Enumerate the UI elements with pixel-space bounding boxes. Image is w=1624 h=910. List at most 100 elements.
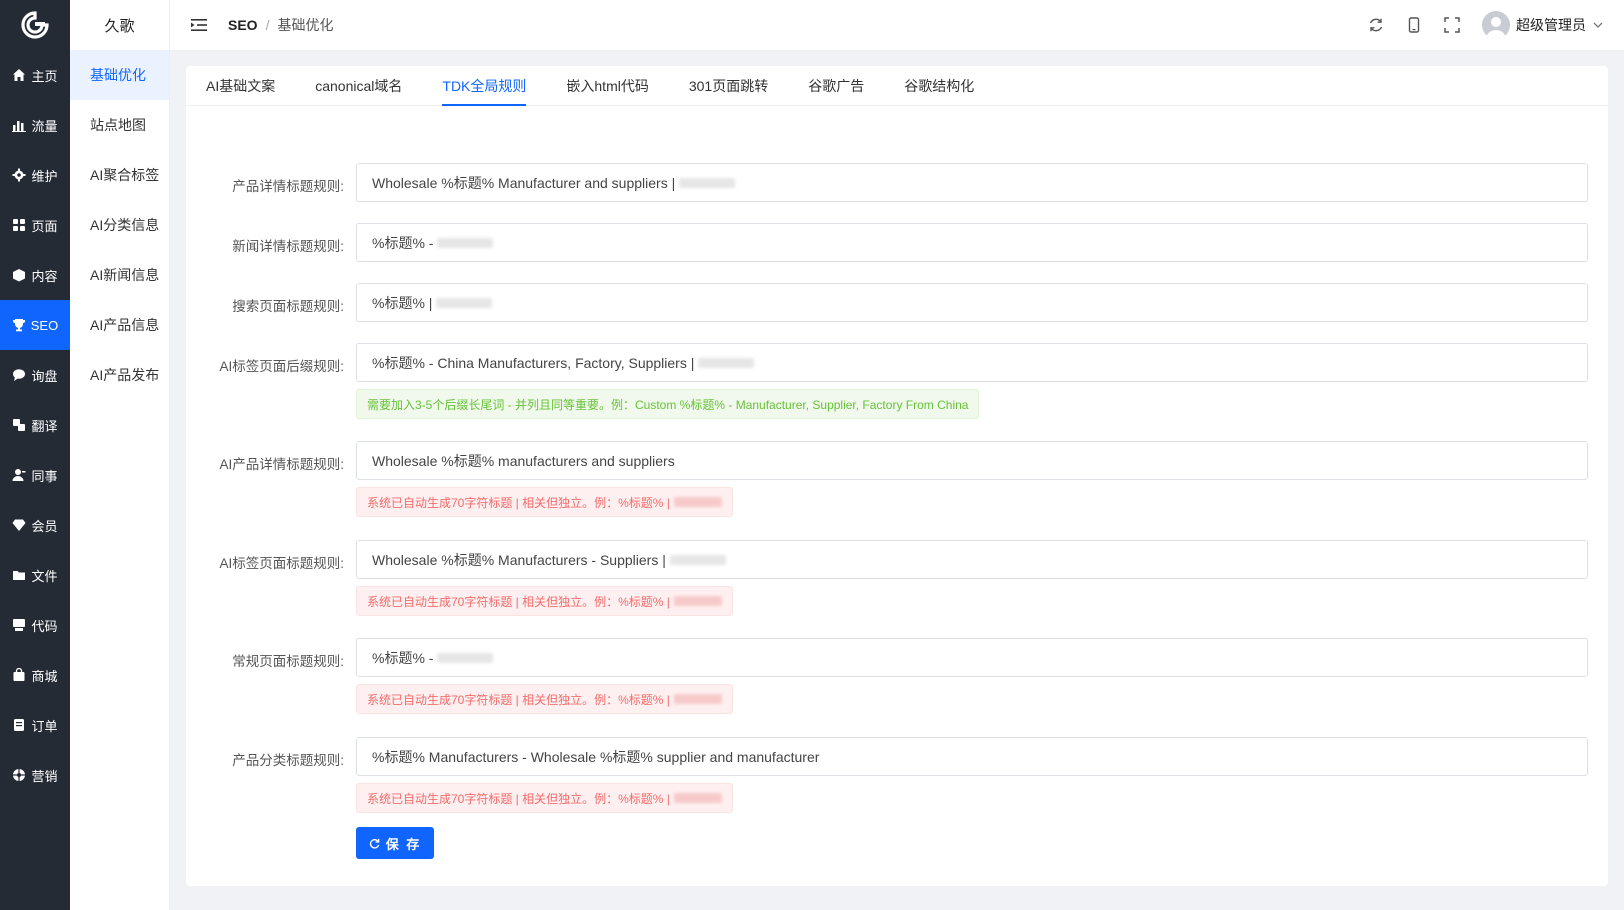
sub-sidebar: 久歌 基础优化 站点地图 AI聚合标签 AI分类信息 AI新闻信息 AI产品信息 AI产品发… [70,0,170,910]
rail-item-11[interactable]: 文件 [0,550,70,600]
form-row-label: AI标签页面后缀规则: [219,359,344,374]
rail-item-label: 翻译 [31,418,58,434]
submenu-item-2[interactable]: 站点地图 [70,100,169,150]
rail-item-8[interactable]: 翻译 [0,400,70,450]
rail-item-15[interactable]: 营销 [0,750,70,800]
tab-6[interactable]: 谷歌广告 [788,66,884,106]
g-logo-icon[interactable] [0,0,70,50]
rail-item-label: 流量 [31,118,58,134]
rail-item-label: 询盘 [31,368,58,384]
rail-item-label: 文件 [31,568,58,584]
rule-input-value: Wholesale %标题% manufacturers and supplie… [372,452,675,469]
rail-item-14[interactable]: 订单 [0,700,70,750]
redacted-text [673,793,722,803]
diamond-icon [12,518,26,532]
tab-4[interactable]: 嵌入html代码 [546,66,668,106]
rule-input-value: %标题% Manufacturers - Wholesale %标题% supp… [372,748,820,765]
submenu-item-6[interactable]: AI产品信息 [70,300,169,350]
tab-7[interactable]: 谷歌结构化 [884,66,994,106]
rail-item-5[interactable]: 内容 [0,250,70,300]
avatar [1482,11,1510,39]
rule-hint-text: 系统已自动生成70字符标题 | 相关但独立。例：%标题% | [367,791,670,806]
rail-item-4[interactable]: 页面 [0,200,70,250]
tab-5[interactable]: 301页面跳转 [669,66,788,106]
rule-hint: 系统已自动生成70字符标题 | 相关但独立。例：%标题% | [356,487,733,517]
order-icon [12,718,26,732]
rail-item-10[interactable]: 会员 [0,500,70,550]
form-row-label: AI标签页面标题规则: [219,556,344,571]
save-label: 保 存 [385,836,422,852]
tab-1[interactable]: AI基础文案 [206,66,295,106]
rule-hint: 系统已自动生成70字符标题 | 相关但独立。例：%标题% | [356,684,733,714]
bag-icon [12,668,26,682]
rule-hint-text: 需要加入3-5个后缀长尾词 - 并列且同等重要。例：Custom %标题% - … [367,397,969,412]
save-button[interactable]: 保 存 [356,827,434,859]
submenu-item-3[interactable]: AI聚合标签 [70,150,169,200]
chat-icon [12,368,26,382]
submenu-item-5[interactable]: AI新闻信息 [70,250,169,300]
rule-input-value: %标题% - China Manufacturers, Factory, Sup… [372,354,695,371]
redacted-text [673,596,722,606]
rail-item-13[interactable]: 商城 [0,650,70,700]
rail-item-label: 主页 [31,68,58,84]
rule-hint-text: 系统已自动生成70字符标题 | 相关但独立。例：%标题% | [367,692,670,707]
rail-item-7[interactable]: 询盘 [0,350,70,400]
refresh-icon [369,838,379,849]
rule-input[interactable]: %标题% | [356,283,1588,322]
submenu-item-7[interactable]: AI产品发布 [70,350,169,400]
box-icon [12,268,26,282]
rule-input-value: Wholesale %标题% Manufacturer and supplier… [372,174,676,191]
rule-input[interactable]: %标题% - [356,638,1588,677]
bar-chart-icon [12,118,27,132]
rail-item-1[interactable]: 主页 [0,50,70,100]
submenu-item-4[interactable]: AI分类信息 [70,200,169,250]
rule-input[interactable]: %标题% Manufacturers - Wholesale %标题% supp… [356,737,1588,776]
folder-icon [12,568,26,582]
rule-hint: 系统已自动生成70字符标题 | 相关但独立。例：%标题% | [356,586,733,616]
rail-item-6[interactable]: SEO [0,300,70,350]
rule-input-value: Wholesale %标题% Manufacturers - Suppliers… [372,551,666,568]
grid-icon [12,218,26,232]
rule-input[interactable]: %标题% - [356,223,1588,262]
rail-item-9[interactable]: 同事 [0,450,70,500]
submenu-title: 久歌 [104,17,135,35]
form-row-label: 搜索页面标题规则: [232,299,344,314]
form-row-label: 新闻详情标题规则: [232,239,344,254]
rule-input[interactable]: %标题% - China Manufacturers, Factory, Sup… [356,343,1588,382]
rail-item-label: 同事 [31,468,58,484]
rail-item-2[interactable]: 流量 [0,100,70,150]
rule-input[interactable]: Wholesale %标题% Manufacturer and supplier… [356,163,1588,202]
breadcrumb-current: 基础优化 [277,17,334,33]
rail-item-label: SEO [30,317,59,333]
tab-bar: AI基础文案 canonical域名 TDK全局规则 嵌入html代码 301页面跳转谷… [186,66,1608,106]
submenu-item-1[interactable]: 基础优化 [70,50,169,100]
rail-item-label: 会员 [31,518,58,534]
redacted-text [673,694,722,704]
breadcrumb-separator: / [265,17,270,33]
redacted-text [669,554,726,565]
tab-3[interactable]: TDK全局规则 [422,66,546,106]
rail-item-label: 内容 [31,268,58,284]
rule-input[interactable]: Wholesale %标题% Manufacturers - Suppliers… [356,540,1588,579]
form-row-label: 常规页面标题规则: [232,654,344,669]
rail-item-3[interactable]: 维护 [0,150,70,200]
form-row-label: AI产品详情标题规则: [219,457,344,472]
mobile-preview-icon[interactable] [1406,17,1422,33]
fullscreen-icon[interactable] [1444,17,1460,33]
form-row-label: 产品分类标题规则: [232,753,344,768]
breadcrumb-root[interactable]: SEO [228,17,258,33]
rule-input[interactable]: Wholesale %标题% manufacturers and supplie… [356,441,1588,480]
rule-hint: 系统已自动生成70字符标题 | 相关但独立。例：%标题% | [356,783,733,813]
user-name: 超级管理员 [1516,17,1586,33]
gear-icon [12,168,26,182]
rail-item-12[interactable]: 代码 [0,600,70,650]
tab-2[interactable]: canonical域名 [295,66,422,106]
marketing-icon [12,768,26,782]
rail-item-label: 营销 [31,768,58,784]
user-menu[interactable]: 超级管理员 [1482,11,1604,39]
home-icon [12,68,26,82]
menu-fold-icon[interactable] [190,16,208,34]
rule-hint: 需要加入3-5个后缀长尾词 - 并列且同等重要。例：Custom %标题% - … [356,389,980,419]
main-sidebar: 主页流量维护 页面内容 SEO 询盘翻译同事会员文件代码 商城 订单营销 [0,0,70,910]
refresh-icon[interactable] [1368,17,1384,33]
